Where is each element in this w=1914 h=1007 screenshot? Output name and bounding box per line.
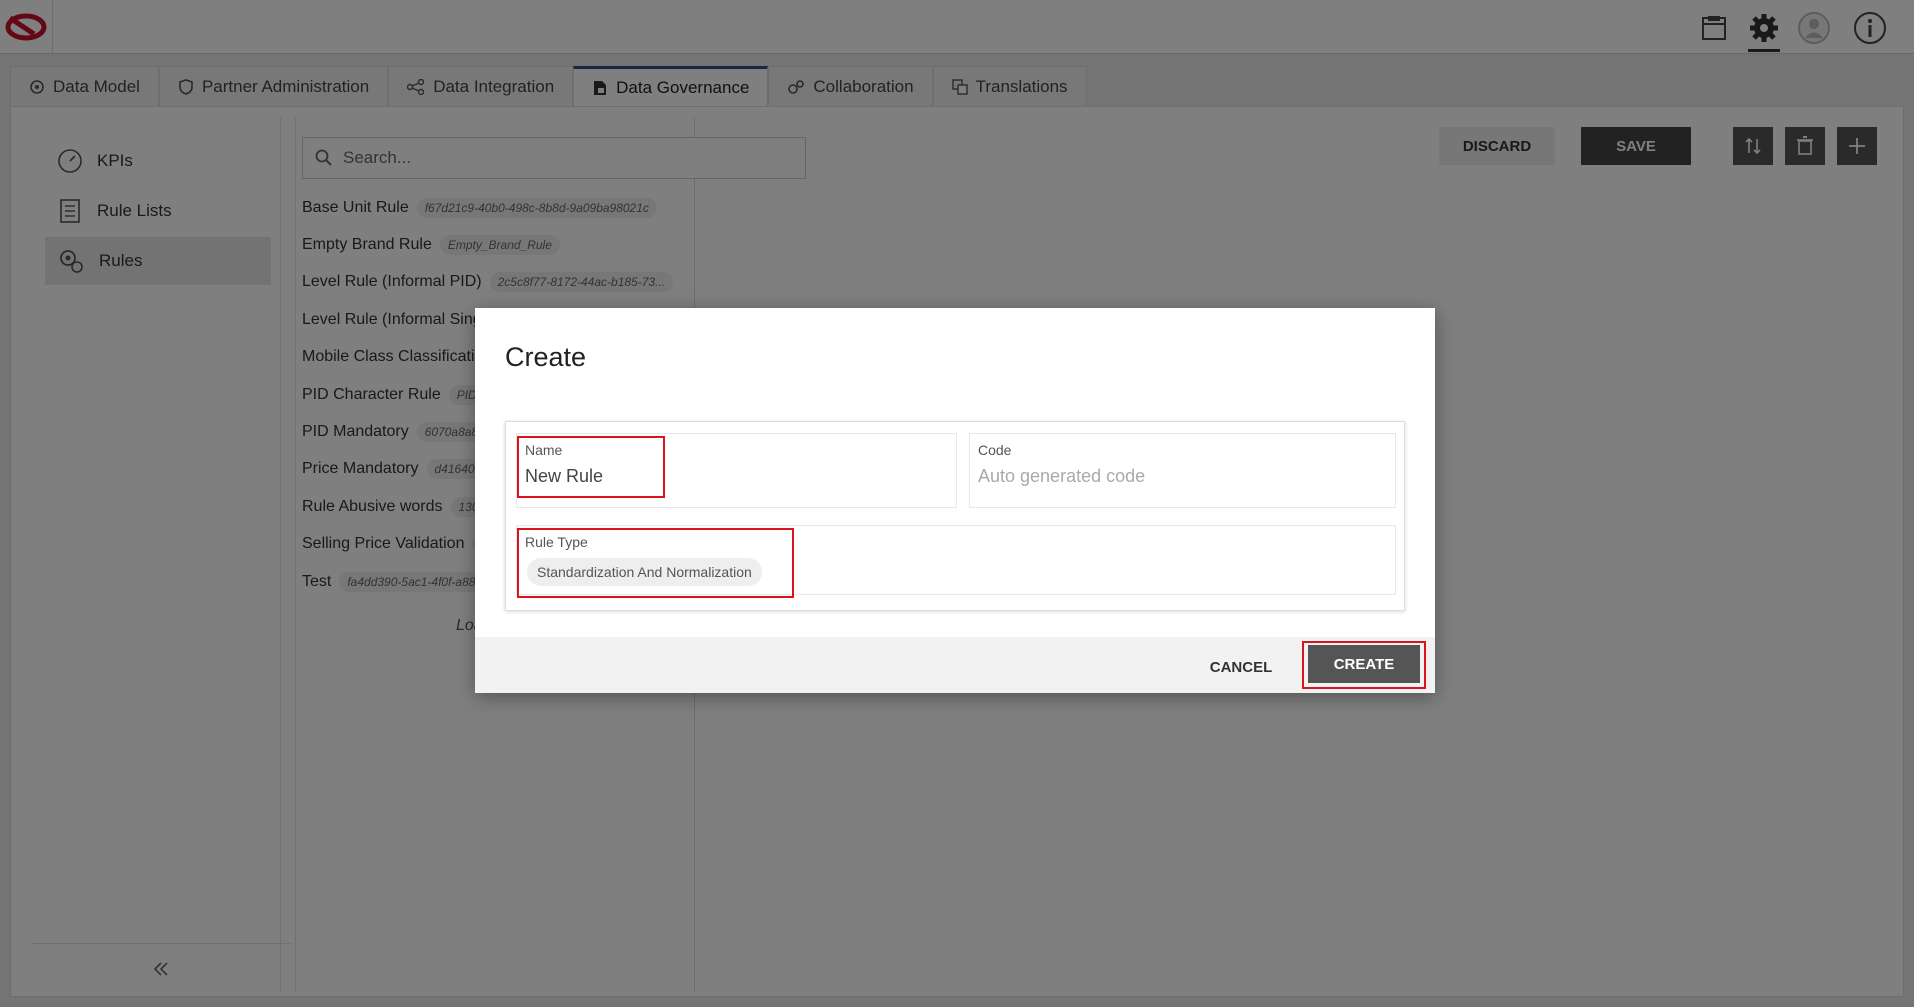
dialog-footer: CANCEL CREATE: [475, 637, 1435, 693]
code-label: Code: [978, 442, 1012, 458]
rule-type-chip[interactable]: Standardization And Normalization: [527, 558, 762, 586]
cancel-button[interactable]: CANCEL: [1191, 649, 1291, 685]
create-button[interactable]: CREATE: [1308, 645, 1420, 683]
code-input[interactable]: [978, 466, 1358, 487]
name-input[interactable]: [525, 466, 905, 487]
create-form: Name Code Rule Type Standardization And …: [505, 421, 1405, 611]
dialog-title: Create: [505, 342, 587, 372]
name-label: Name: [525, 442, 563, 458]
rule-type-field[interactable]: Rule Type Standardization And Normalizat…: [516, 525, 1396, 595]
code-field[interactable]: Code: [969, 433, 1396, 508]
name-field[interactable]: Name: [516, 433, 957, 508]
create-dialog: Create Name Code Rule Type Standardizati…: [475, 308, 1435, 693]
rule-type-label: Rule Type: [525, 534, 588, 550]
